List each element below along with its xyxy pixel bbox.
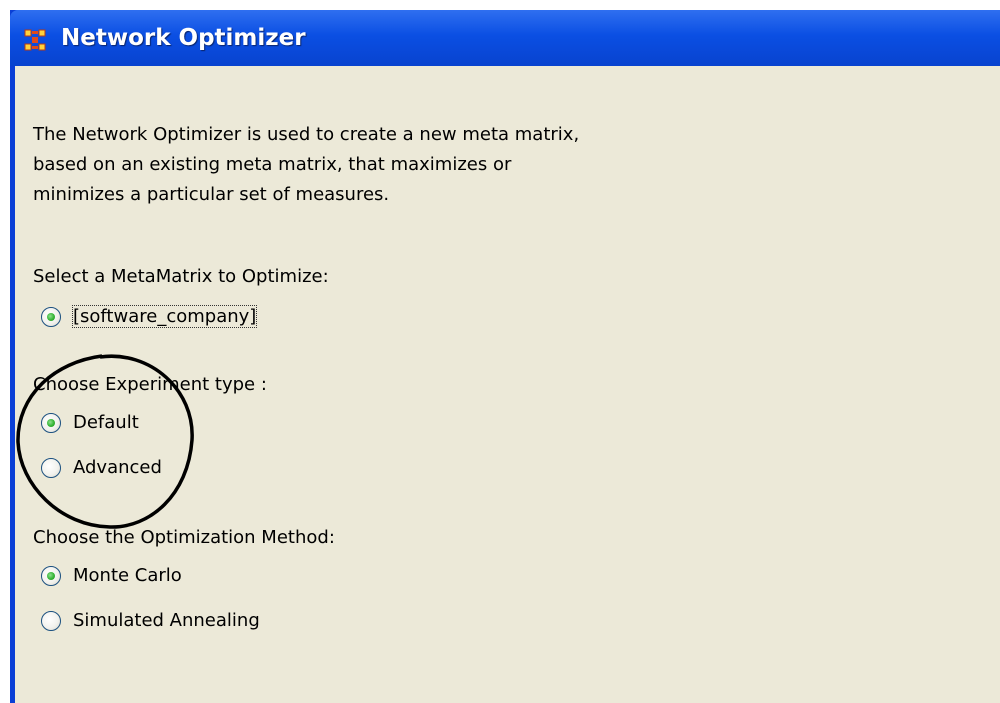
radio-label: Advanced <box>73 457 162 478</box>
radio-selected-dot <box>47 572 55 580</box>
description-line: minimizes a particular set of measures. <box>33 184 390 205</box>
description-line: based on an existing meta matrix, that m… <box>33 154 512 175</box>
radio-label: Simulated Annealing <box>73 610 260 631</box>
radio-selected-dot <box>47 419 55 427</box>
window-title: Network Optimizer <box>61 25 306 51</box>
radio-label: [software_company] <box>71 305 258 328</box>
radio-button[interactable] <box>41 611 61 631</box>
network-optimizer-window: Network Optimizer The Network Optimizer … <box>10 10 1000 703</box>
description-line: The Network Optimizer is used to create … <box>33 124 580 145</box>
radio-button[interactable] <box>41 566 61 586</box>
radio-selected-dot <box>47 313 55 321</box>
radio-label: Default <box>73 412 139 433</box>
metamatrix-label: Select a MetaMatrix to Optimize: <box>33 266 329 287</box>
network-grid-icon <box>24 29 46 51</box>
optimization-method-label: Choose the Optimization Method: <box>33 527 335 548</box>
description-text: The Network Optimizer is used to create … <box>33 120 673 210</box>
radio-button[interactable] <box>41 458 61 478</box>
experiment-type-label: Choose Experiment type : <box>33 374 267 395</box>
dialog-content: The Network Optimizer is used to create … <box>15 66 1000 703</box>
radio-button[interactable] <box>41 307 61 327</box>
title-bar[interactable]: Network Optimizer <box>10 10 1000 66</box>
radio-label: Monte Carlo <box>73 565 182 586</box>
radio-button[interactable] <box>41 413 61 433</box>
